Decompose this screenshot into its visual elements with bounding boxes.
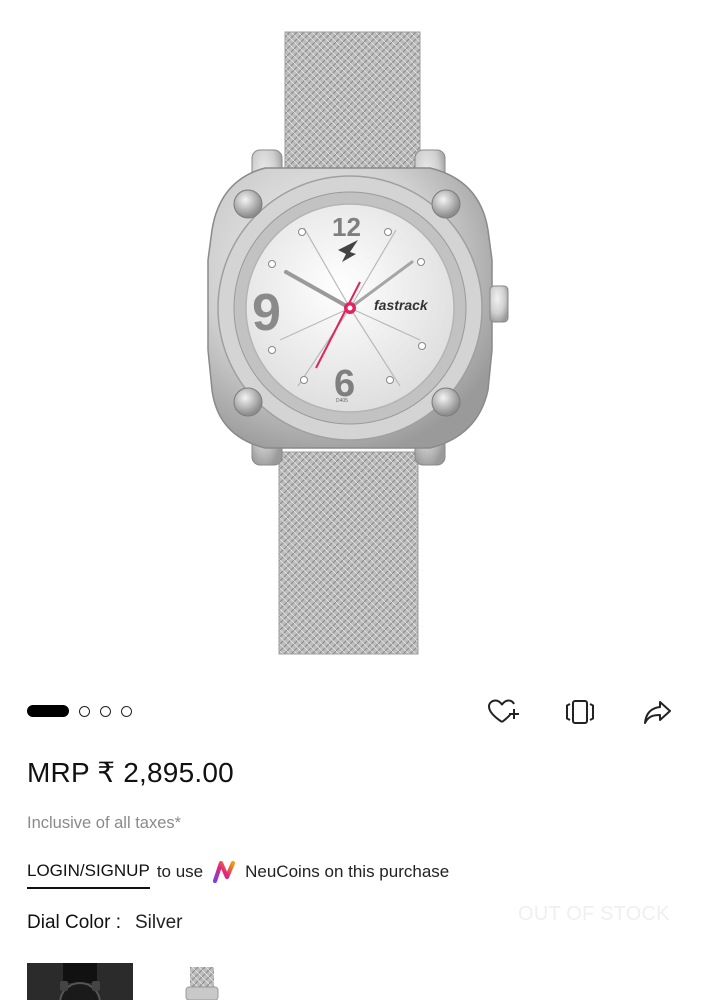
wishlist-add-icon: [488, 699, 519, 723]
variant-thumbnail-silver[interactable]: [146, 963, 252, 1000]
neucoins-row: LOGIN/SIGNUP to use NeuCoins on this pur…: [27, 855, 449, 889]
compare-icon: [566, 700, 594, 724]
share-icon: [644, 701, 671, 724]
silver-watch-variant: [146, 963, 252, 1000]
share-button[interactable]: [640, 694, 676, 730]
carousel-dot-active[interactable]: [27, 705, 69, 717]
variant-thumbnail-black[interactable]: [27, 963, 133, 1000]
dial-numeral-12: 12: [332, 212, 361, 242]
brand-logo-text: fastrack: [374, 297, 429, 313]
watch-product-image: 12 9 6 fastrack D405: [207, 31, 509, 655]
image-carousel-indicator[interactable]: [27, 704, 132, 718]
product-image[interactable]: 12 9 6 fastrack D405: [0, 0, 714, 680]
wishlist-add-button[interactable]: [486, 694, 522, 730]
dial-code-text: D405: [336, 398, 348, 404]
neucoins-icon: [213, 861, 237, 883]
dial-color-row: Dial Color : Silver: [27, 912, 183, 934]
neucoins-purchase-text: NeuCoins on this purchase: [245, 862, 450, 881]
tax-note: Inclusive of all taxes*: [27, 814, 182, 832]
carousel-dot[interactable]: [100, 705, 111, 717]
black-watch-variant: [27, 963, 133, 1000]
dial-color-label: Dial Color :: [27, 912, 121, 933]
carousel-dot[interactable]: [79, 705, 90, 717]
login-signup-link[interactable]: LOGIN/SIGNUP: [27, 861, 150, 889]
dial-color-value: Silver: [134, 912, 183, 933]
product-price: MRP ₹ 2,895.00: [27, 757, 234, 788]
compare-button[interactable]: [562, 694, 598, 730]
dial-numeral-9: 9: [252, 284, 281, 342]
out-of-stock-label: OUT OF STOCK: [518, 903, 670, 925]
carousel-dot[interactable]: [121, 705, 132, 717]
to-use-text: to use: [156, 862, 204, 881]
